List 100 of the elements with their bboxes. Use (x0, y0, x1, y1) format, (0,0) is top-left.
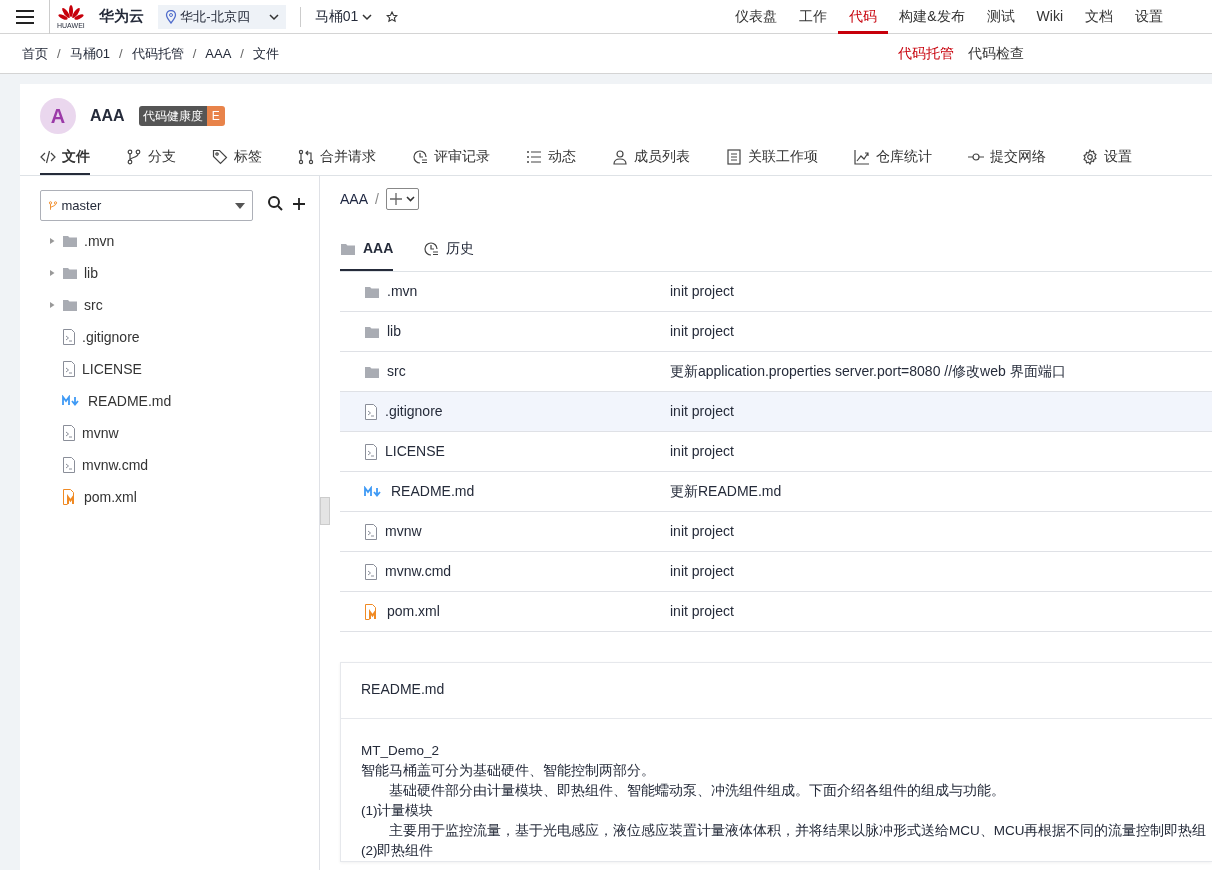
commit-message[interactable]: init project (670, 281, 734, 302)
file-row[interactable]: lib init project (340, 312, 1212, 352)
tag-icon (212, 148, 228, 165)
tree-item[interactable]: pom.xml (40, 481, 319, 513)
breadcrumb-link[interactable]: 马桶01 (69, 43, 111, 64)
chevron-down-icon (268, 12, 279, 21)
tree-item[interactable]: LICENSE (40, 353, 319, 385)
tree-item[interactable]: README.md (40, 385, 319, 417)
plus-icon (293, 198, 305, 210)
breadcrumb-link[interactable]: 代码托管 (131, 43, 184, 64)
subnav-link[interactable]: 代码托管 (898, 43, 954, 64)
markdown-icon (62, 395, 82, 407)
add-dropdown-button[interactable] (385, 188, 420, 210)
repo-tab[interactable]: 合并请求 (298, 140, 376, 175)
readme-text: 主要用于监控流量，基于光电感应，液位感应装置计量液体体积，并将结果以脉冲形式送给MCU、MCU再根据不同的流量控制即热组 (388, 822, 1208, 840)
branch-select[interactable]: master (40, 190, 253, 221)
commit-message[interactable]: 更新README.md (670, 481, 782, 502)
commit-message[interactable]: init project (670, 401, 734, 422)
repo-tab[interactable]: 成员列表 (612, 140, 690, 175)
project-select[interactable]: 马桶01 (314, 6, 372, 27)
path-link[interactable]: AAA (340, 188, 368, 210)
file-name[interactable]: LICENSE (385, 441, 445, 462)
tree-item[interactable]: .mvn (40, 225, 319, 257)
code-icon (40, 148, 56, 165)
nav-link[interactable]: 设置 (1124, 0, 1174, 34)
clock-list-icon (412, 148, 428, 165)
view-tab[interactable]: 历史 (423, 234, 475, 271)
repo-tab[interactable]: 动态 (526, 140, 576, 175)
petal-icon (57, 4, 84, 22)
file-name[interactable]: mvnw (385, 521, 422, 542)
file-name[interactable]: README.md (391, 481, 475, 502)
file-row[interactable]: mvnw init project (340, 512, 1212, 552)
script-file-icon (62, 329, 76, 345)
readme-text: (2)即热组件 (361, 842, 435, 860)
tree-item[interactable]: src (40, 289, 319, 321)
markdown-icon (364, 485, 384, 498)
branch-icon (126, 148, 142, 165)
caret-right-icon (50, 301, 56, 309)
plus-icon (390, 193, 403, 205)
nav-link[interactable]: 文档 (1074, 0, 1124, 34)
region-select[interactable]: 华北-北京四 (157, 4, 286, 29)
script-file-icon (62, 361, 76, 377)
caret-right-icon (50, 237, 56, 245)
file-name[interactable]: .gitignore (385, 401, 443, 422)
repo-tab[interactable]: 仓库统计 (854, 140, 932, 175)
breadcrumb-link[interactable]: 首页 (22, 43, 48, 64)
nav-link[interactable]: Wiki (1025, 0, 1074, 34)
subnav-link[interactable]: 代码检查 (968, 43, 1024, 64)
file-row[interactable]: .gitignore init project (340, 392, 1212, 432)
history-icon (423, 240, 440, 257)
commit-message[interactable]: init project (670, 561, 734, 582)
tree-item[interactable]: lib (40, 257, 319, 289)
repo-tab[interactable]: 设置 (1082, 140, 1132, 175)
tree-item[interactable]: .gitignore (40, 321, 319, 353)
location-pin-icon (164, 9, 177, 24)
file-name[interactable]: src (387, 361, 406, 382)
repo-tab[interactable]: 关联工作项 (726, 140, 818, 175)
nav-link[interactable]: 仪表盘 (724, 0, 789, 34)
folder-icon (62, 234, 78, 248)
folder-icon (62, 298, 78, 312)
commit-message[interactable]: 更新application.properties server.port=8080 //修改web 界面端口 (670, 361, 1066, 382)
folder-icon (340, 241, 356, 256)
script-file-icon (62, 425, 76, 441)
menu-icon (14, 8, 35, 25)
chevron-down-icon (361, 12, 372, 21)
collapse-handle[interactable] (320, 497, 330, 525)
repo-tab[interactable]: 提交网络 (968, 140, 1046, 175)
repo-tab[interactable]: 评审记录 (412, 140, 490, 175)
commit-message[interactable]: init project (670, 521, 734, 542)
file-row[interactable]: LICENSE init project (340, 432, 1212, 472)
repo-tab[interactable]: 分支 (126, 140, 176, 175)
file-name[interactable]: pom.xml (387, 601, 440, 622)
readme-title: README.md (361, 681, 445, 697)
script-file-icon (364, 403, 378, 420)
file-name[interactable]: lib (387, 321, 401, 342)
breadcrumb-separator: / (57, 44, 61, 63)
file-row[interactable]: .mvn init project (340, 272, 1212, 312)
file-row[interactable]: pom.xml init project (340, 592, 1212, 632)
file-row[interactable]: mvnw.cmd init project (340, 552, 1212, 592)
readme-text: MT_Demo_2 (361, 742, 441, 760)
nav-link[interactable]: 工作 (788, 0, 839, 34)
file-name[interactable]: .mvn (387, 281, 418, 302)
file-row[interactable]: README.md 更新README.md (340, 472, 1212, 512)
repo-tab[interactable]: 文件 (40, 140, 90, 175)
tree-item[interactable]: mvnw.cmd (40, 449, 319, 481)
commit-message[interactable]: init project (670, 321, 734, 342)
commit-message[interactable]: init project (670, 441, 734, 462)
nav-link[interactable]: 测试 (975, 0, 1026, 34)
folder-icon (364, 284, 380, 299)
view-tab[interactable]: AAA (340, 234, 394, 271)
repo-tab[interactable]: 标签 (212, 140, 262, 175)
breadcrumb-separator: / (240, 44, 244, 63)
file-name[interactable]: mvnw.cmd (385, 561, 452, 582)
breadcrumb-link[interactable]: 文件 (253, 43, 279, 64)
commit-message[interactable]: init project (670, 601, 734, 622)
nav-link[interactable]: 构建&发布 (888, 0, 976, 34)
branch-icon (48, 200, 58, 211)
user-icon (612, 148, 628, 165)
breadcrumb-link[interactable]: AAA (205, 43, 232, 64)
tree-item[interactable]: mvnw (40, 417, 319, 449)
